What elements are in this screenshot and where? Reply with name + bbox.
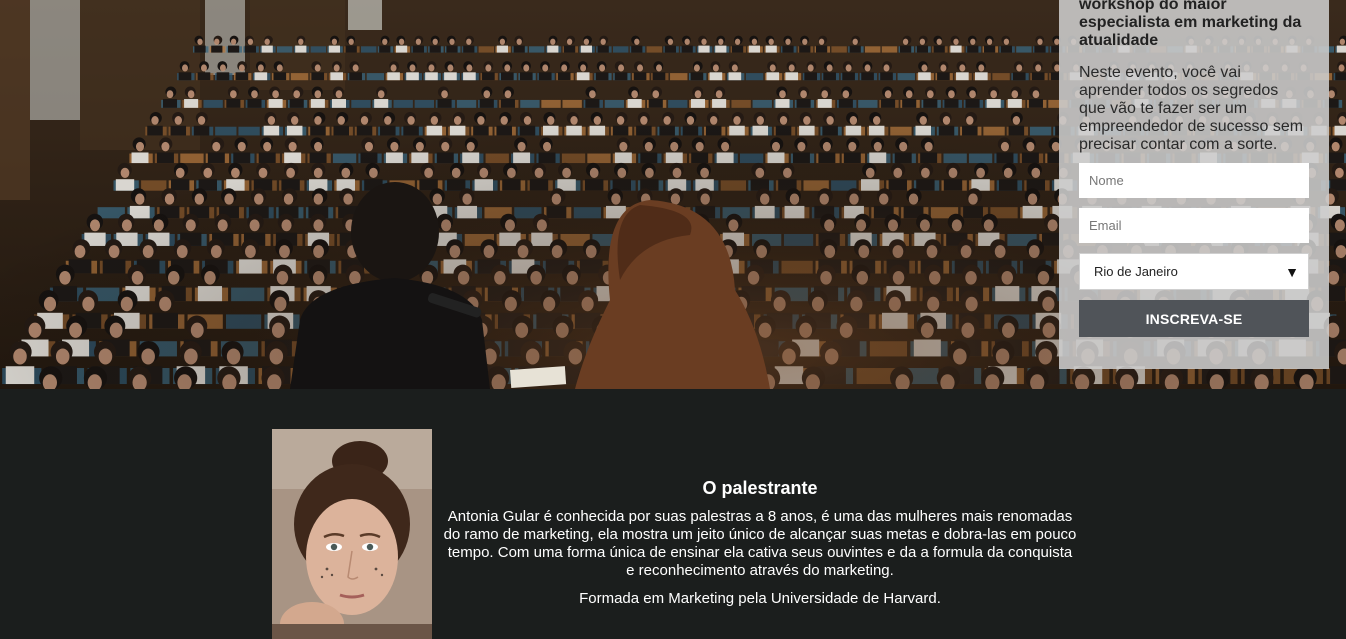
speaker-education: Formada em Marketing pela Universidade d… [579,590,941,607]
chevron-down-icon: ▼ [1285,264,1299,280]
name-input[interactable] [1079,163,1309,198]
speaker-portrait [272,429,432,639]
speaker-section: O palestrante Antonia Gular é conhecida … [0,389,1346,639]
city-select-value: Rio de Janeiro [1094,264,1178,279]
city-select[interactable]: Rio de Janeiro ▼ [1079,253,1309,290]
form-title: workshop do maior especialista em market… [1079,0,1302,49]
speaker-title: O palestrante [702,478,818,498]
speaker-text: O palestrante Antonia Gular é conhecida … [442,478,1078,608]
form-description: Neste evento, você vai aprender todos os… [1079,64,1304,153]
speaker-photo [272,429,432,639]
signup-form: workshop do maior especialista em market… [1059,0,1329,369]
email-input[interactable] [1079,208,1309,243]
subscribe-button[interactable]: INSCREVA-SE [1079,300,1309,337]
speaker-bio: Antonia Gular é conhecida por suas pales… [443,508,1077,579]
